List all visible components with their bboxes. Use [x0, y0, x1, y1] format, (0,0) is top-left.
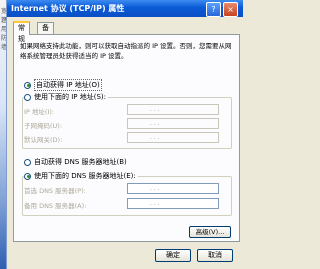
manual-dns-label: 使用下面的 DNS 服务器地址(E): — [34, 172, 136, 180]
auto-ip-label: 自动获得 IP 地址(O) — [34, 79, 102, 91]
alternate-dns-label: 备用 DNS 服务器(A): — [24, 202, 87, 210]
close-button[interactable]: × — [223, 2, 238, 17]
ip-address-field[interactable]: . . . — [127, 104, 219, 115]
manual-ip-option[interactable]: 使用下面的 IP 地址(S): — [24, 92, 108, 102]
radio-manual-ip[interactable] — [24, 93, 31, 101]
tab-alternate-config[interactable]: 备用配置 — [37, 22, 54, 65]
preferred-dns-label: 首选 DNS 服务器(P): — [24, 187, 86, 195]
ok-button[interactable]: 确定 — [155, 249, 191, 262]
radio-auto-dns[interactable] — [24, 158, 31, 166]
subnet-mask-field[interactable]: . . . — [127, 118, 219, 129]
description-text: 如果网络支持此功能，则可以获取自动指派的 IP 设置。否则，您需要从网络系统管理… — [20, 42, 232, 60]
default-gateway-label: 默认网关(D): — [24, 136, 63, 144]
auto-dns-label: 自动获得 DNS 服务器地址(B) — [34, 158, 127, 166]
radio-auto-ip[interactable] — [24, 81, 31, 89]
manual-ip-label: 使用下面的 IP 地址(S): — [34, 93, 106, 101]
alternate-dns-field[interactable]: . . . — [127, 198, 219, 209]
tcpip-properties-dialog: Internet 协议 (TCP/IP) 属性 ? × 常规 备用配置 如果网络… — [6, 0, 243, 269]
cancel-button[interactable]: 取消 — [197, 249, 233, 262]
ip-address-label: IP 地址(I): — [24, 108, 55, 116]
auto-ip-option[interactable]: 自动获得 IP 地址(O) — [24, 79, 102, 91]
help-button[interactable]: ? — [206, 2, 221, 17]
auto-dns-option[interactable]: 自动获得 DNS 服务器地址(B) — [24, 157, 127, 167]
default-gateway-field[interactable]: . . . — [127, 132, 219, 143]
radio-manual-dns[interactable] — [24, 172, 31, 180]
manual-dns-option[interactable]: 使用下面的 DNS 服务器地址(E): — [24, 171, 138, 181]
preferred-dns-field[interactable]: . . . — [127, 183, 219, 194]
general-panel: 如果网络支持此功能，则可以获取自动指派的 IP 设置。否则，您需要从网络系统管理… — [13, 34, 240, 242]
window-title: Internet 协议 (TCP/IP) 属性 — [11, 4, 125, 13]
manual-dns-group — [22, 176, 232, 216]
tab-general[interactable]: 常规 — [13, 21, 30, 43]
subnet-mask-label: 子网掩码(U): — [24, 122, 63, 130]
advanced-button[interactable]: 高级(V)... — [189, 226, 231, 238]
